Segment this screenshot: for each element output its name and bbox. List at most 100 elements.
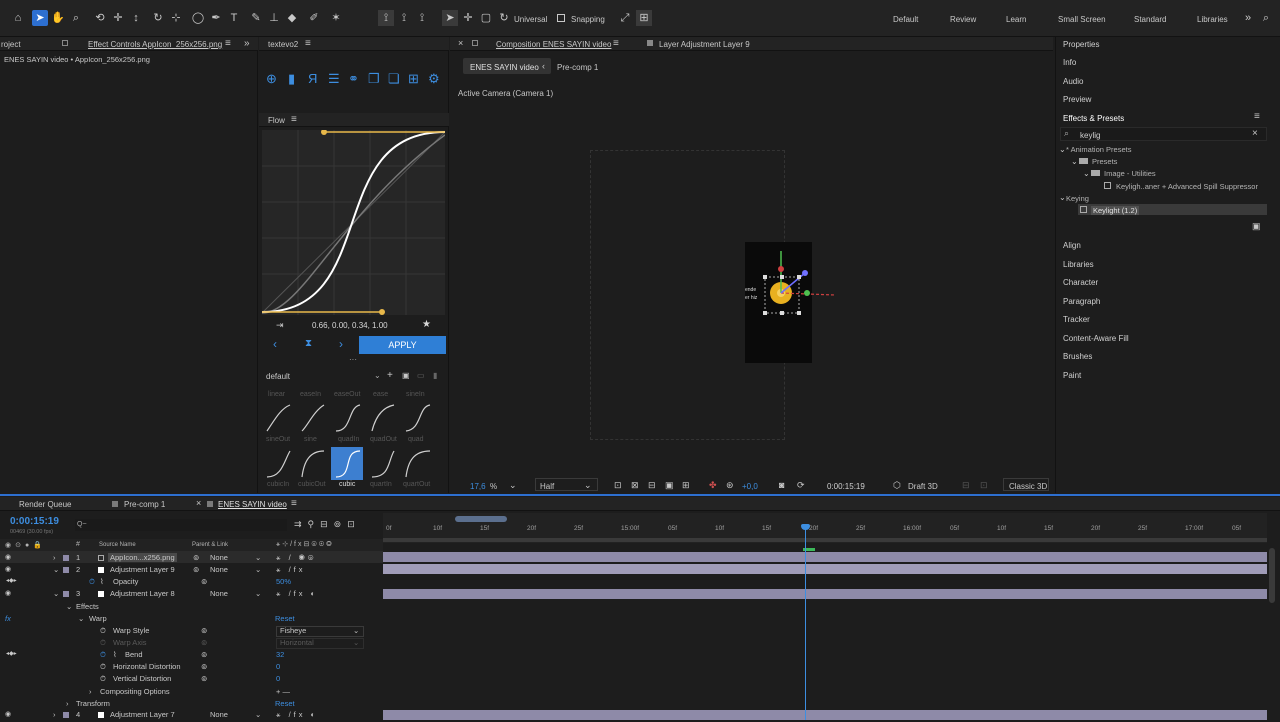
snap-options-icon[interactable]: ⤢ bbox=[617, 10, 633, 26]
table-row[interactable]: ⏱ Vertical Distortion ⊚ 0 bbox=[0, 674, 383, 686]
content-aware-fill-panel[interactable]: Content-Aware Fill bbox=[1063, 334, 1129, 343]
chevron-down-icon[interactable]: ⌄ bbox=[255, 553, 261, 562]
tab-composition[interactable]: Composition ENES SAYIN video bbox=[496, 40, 611, 49]
vdist-value[interactable]: 0 bbox=[276, 674, 280, 683]
add-icon[interactable]: ⊕ bbox=[266, 71, 277, 87]
grid-icon[interactable]: ⊞ bbox=[682, 480, 690, 491]
work-area-bar[interactable] bbox=[455, 516, 507, 522]
table-row[interactable]: ⏱ Horizontal Distortion ⊚ 0 bbox=[0, 662, 383, 674]
overflow-icon[interactable]: » bbox=[244, 38, 250, 49]
parent-select[interactable]: None bbox=[210, 553, 228, 562]
timeline-timecode[interactable]: 0:00:15:19 bbox=[10, 516, 59, 527]
tab-layer[interactable]: Layer Adjustment Layer 9 bbox=[659, 40, 750, 49]
tree-image-utilities[interactable]: Image - Utilities bbox=[1104, 169, 1156, 178]
fx-icon[interactable]: fx bbox=[5, 614, 11, 623]
workspace-standard[interactable]: Standard bbox=[1134, 15, 1166, 24]
stopwatch-icon[interactable]: ⏱ bbox=[100, 650, 106, 660]
pan-tool-icon[interactable]: ✛ bbox=[110, 10, 126, 26]
pickwhip-icon[interactable]: ⊚ bbox=[201, 638, 207, 647]
panel-menu-icon[interactable]: ≡ bbox=[225, 38, 231, 49]
table-row[interactable]: ⏱ Warp Style ⊚ Fisheye ⌄ bbox=[0, 626, 383, 638]
breadcrumb-next[interactable]: Pre-comp 1 bbox=[557, 63, 598, 72]
panel-menu-icon[interactable]: ≡ bbox=[305, 38, 311, 49]
col-parent[interactable]: Parent & Link bbox=[192, 542, 228, 548]
table-row[interactable]: ◉ ⌄ 3 Adjustment Layer 8 None ⌄ ⚹ /fx ◐ bbox=[0, 589, 383, 601]
trash-icon[interactable]: ▮ bbox=[288, 71, 295, 87]
graph-icon[interactable]: ⌇ bbox=[100, 577, 104, 586]
puppet-tool-icon[interactable]: ✶ bbox=[328, 10, 344, 26]
stopwatch-icon[interactable]: ⏱ bbox=[89, 577, 95, 587]
axis-world-icon[interactable]: ⟟ bbox=[396, 10, 412, 26]
brush-tool-icon[interactable]: ✎ bbox=[248, 10, 264, 26]
layer-switches[interactable]: ⚹ /fx bbox=[276, 565, 306, 575]
eye-icon[interactable]: ◉ bbox=[5, 710, 11, 718]
tree-animation-presets[interactable]: * Animation Presets bbox=[1066, 145, 1131, 154]
expand-chevron-icon[interactable]: ⌄ bbox=[53, 589, 59, 598]
timeline-switches-icons[interactable]: ⇉⚲⊟⊚⊡ bbox=[294, 519, 361, 530]
timeline-search-input[interactable] bbox=[75, 519, 287, 531]
tab-project[interactable]: roject bbox=[1, 40, 21, 49]
layer-name[interactable]: AppIcon...x256.png bbox=[108, 553, 177, 562]
panel-menu-icon[interactable]: ≡ bbox=[1254, 111, 1260, 122]
workspace-learn[interactable]: Learn bbox=[1006, 15, 1026, 24]
chevron-down-icon[interactable]: ⌄ bbox=[255, 589, 261, 598]
graph-icon[interactable]: ⌇ bbox=[113, 650, 117, 659]
keyframe-nav-icon[interactable]: ◂◆▸ bbox=[6, 577, 17, 584]
pickwhip-icon[interactable]: ⊚ bbox=[201, 674, 207, 683]
pen-tool-icon[interactable]: ✒ bbox=[208, 10, 224, 26]
draft-3d-label[interactable]: Draft 3D bbox=[908, 482, 938, 491]
new-folder-icon[interactable]: ▣ bbox=[1252, 221, 1261, 232]
brushes-panel[interactable]: Brushes bbox=[1063, 352, 1092, 361]
pickwhip-icon[interactable]: ⊚ bbox=[193, 565, 199, 574]
tab-render-queue[interactable]: Render Queue bbox=[19, 500, 71, 509]
expand-chevron-icon[interactable]: › bbox=[89, 687, 92, 696]
bezier-values[interactable]: 0.66, 0.00, 0.34, 1.00 bbox=[312, 321, 388, 330]
info-panel[interactable]: Info bbox=[1063, 58, 1076, 67]
panel-menu-icon[interactable]: ≡ bbox=[291, 498, 297, 509]
col-source-name[interactable]: Source Name bbox=[99, 542, 136, 548]
snap-grid-icon[interactable]: ⊞ bbox=[636, 10, 652, 26]
transform-gizmo[interactable] bbox=[750, 247, 845, 322]
layer-name[interactable]: Adjustment Layer 9 bbox=[110, 565, 175, 574]
close-icon[interactable]: × bbox=[196, 498, 201, 508]
tree-keylight[interactable]: Keylight (1.2) bbox=[1091, 206, 1140, 215]
table-row[interactable]: fx ⌄ Warp Reset bbox=[0, 614, 383, 626]
toggle-icon[interactable]: ⊡ bbox=[980, 480, 988, 491]
stopwatch-icon[interactable]: ⏱ bbox=[100, 674, 106, 684]
tab-enes-sayin-video[interactable]: ENES SAYIN video bbox=[218, 500, 287, 509]
preset-curves-row3[interactable] bbox=[262, 447, 445, 481]
workspace-libraries[interactable]: Libraries bbox=[1197, 15, 1228, 24]
bezier-curve-graph[interactable] bbox=[262, 130, 445, 315]
next-arrow-icon[interactable]: › bbox=[339, 337, 343, 351]
timeline-scrollbar[interactable] bbox=[1269, 548, 1275, 603]
zoom-tool-icon[interactable]: ⌕ bbox=[68, 10, 84, 26]
keyframe-nav-icon[interactable]: ◂◆▸ bbox=[6, 650, 17, 657]
bend-value[interactable]: 32 bbox=[276, 650, 284, 659]
zoom-value[interactable]: 17,6 bbox=[470, 482, 486, 491]
layer-duration-bar[interactable] bbox=[383, 710, 1267, 720]
chevron-down-icon[interactable]: ⌄ bbox=[374, 371, 381, 380]
expand-chevron-icon[interactable]: › bbox=[53, 710, 56, 719]
chevron-down-icon[interactable]: ⌄ bbox=[255, 565, 261, 574]
3d-scale-icon[interactable]: ▢ bbox=[478, 10, 494, 26]
character-panel[interactable]: Character bbox=[1063, 278, 1098, 287]
table-row[interactable]: ◉ ⌄ 2 Adjustment Layer 9 ⊚ None ⌄ ⚹ /fx bbox=[0, 565, 383, 577]
layer-switches[interactable]: ⚹ / ◉⊚ bbox=[276, 553, 317, 563]
transparency-grid-icon[interactable]: ⊠ bbox=[631, 480, 639, 491]
expand-chevron-icon[interactable]: ⌄ bbox=[78, 614, 84, 623]
paste-icon[interactable]: ❏ bbox=[388, 71, 400, 87]
hdist-value[interactable]: 0 bbox=[276, 662, 280, 671]
chevron-down-icon[interactable]: ⌄ bbox=[255, 710, 261, 719]
chevron-down-icon[interactable]: ⌄ bbox=[1059, 145, 1066, 154]
pickwhip-icon[interactable]: ⊚ bbox=[201, 650, 207, 659]
orbit-tool-icon[interactable]: ⟲ bbox=[92, 10, 108, 26]
roto-tool-icon[interactable]: ✐ bbox=[306, 10, 322, 26]
exposure-value[interactable]: +0,0 bbox=[742, 482, 758, 491]
add-preset-icon[interactable]: + bbox=[387, 370, 393, 381]
expand-chevron-icon[interactable]: › bbox=[66, 699, 69, 708]
workspace-small-screen[interactable]: Small Screen bbox=[1058, 15, 1106, 24]
apply-button[interactable]: APPLY bbox=[359, 336, 446, 354]
eye-icon[interactable]: ◉ bbox=[5, 589, 11, 597]
anchor-tool-icon[interactable]: ⊹ bbox=[168, 10, 184, 26]
tree-presets[interactable]: Presets bbox=[1092, 157, 1117, 166]
